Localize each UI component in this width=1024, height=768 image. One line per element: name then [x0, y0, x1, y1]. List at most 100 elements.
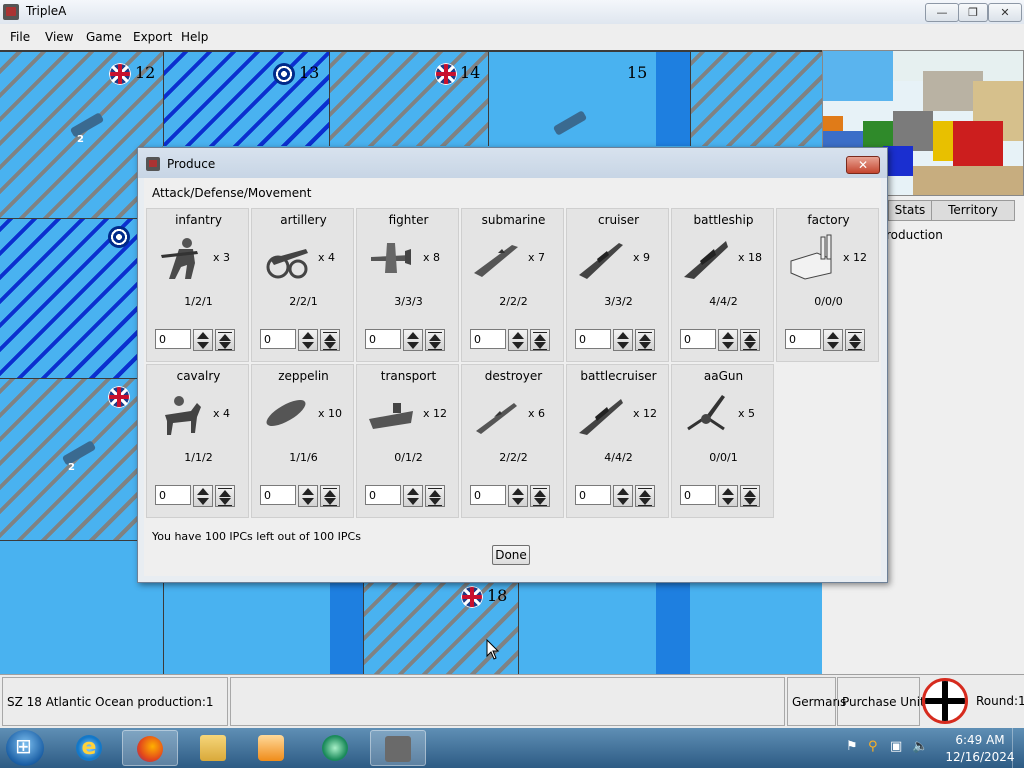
min-arrow-icon[interactable]	[744, 342, 756, 349]
network-icon[interactable]: ▣	[890, 740, 904, 754]
volume-icon[interactable]: 🔈	[912, 740, 928, 754]
maximize-button[interactable]: ❐	[958, 3, 988, 22]
decrement-arrow-icon[interactable]	[617, 498, 629, 505]
decrement-arrow-icon[interactable]	[197, 342, 209, 349]
unit-quantity-input[interactable]	[155, 485, 191, 505]
sea-zone-south-east[interactable]	[690, 580, 822, 674]
search-icon[interactable]: ⚲	[868, 740, 882, 754]
min-arrow-icon[interactable]	[744, 498, 756, 505]
start-orb[interactable]	[6, 730, 44, 766]
max-arrow-icon[interactable]	[429, 334, 441, 341]
increment-arrow-icon[interactable]	[302, 488, 314, 495]
max-arrow-icon[interactable]	[219, 490, 231, 497]
increment-arrow-icon[interactable]	[512, 332, 524, 339]
show-desktop-button[interactable]	[1012, 728, 1024, 768]
increment-arrow-icon[interactable]	[617, 488, 629, 495]
internet-explorer-icon[interactable]: e	[62, 730, 118, 766]
tab-territory[interactable]: Territory	[931, 200, 1015, 221]
max-min-spinner[interactable]	[635, 329, 655, 351]
menu-export[interactable]: Export	[133, 30, 172, 44]
max-min-spinner[interactable]	[530, 329, 550, 351]
increment-arrow-icon[interactable]	[197, 332, 209, 339]
decrement-arrow-icon[interactable]	[197, 498, 209, 505]
increment-decrement-spinner[interactable]	[298, 485, 318, 507]
max-min-spinner[interactable]	[845, 329, 865, 351]
max-arrow-icon[interactable]	[324, 334, 336, 341]
media-center-icon[interactable]	[308, 730, 364, 766]
increment-arrow-icon[interactable]	[617, 332, 629, 339]
max-arrow-icon[interactable]	[534, 334, 546, 341]
min-arrow-icon[interactable]	[219, 342, 231, 349]
unit-quantity-input[interactable]	[575, 485, 611, 505]
increment-decrement-spinner[interactable]	[508, 485, 528, 507]
increment-arrow-icon[interactable]	[722, 488, 734, 495]
tab-stats[interactable]: Stats	[888, 200, 932, 221]
unit-quantity-input[interactable]	[365, 485, 401, 505]
decrement-arrow-icon[interactable]	[302, 342, 314, 349]
menu-file[interactable]: File	[10, 30, 30, 44]
menu-view[interactable]: View	[45, 30, 73, 44]
flag-icon[interactable]: ⚑	[846, 740, 860, 754]
max-arrow-icon[interactable]	[429, 490, 441, 497]
increment-decrement-spinner[interactable]	[718, 329, 738, 351]
max-arrow-icon[interactable]	[849, 334, 861, 341]
increment-decrement-spinner[interactable]	[613, 485, 633, 507]
max-min-spinner[interactable]	[215, 485, 235, 507]
decrement-arrow-icon[interactable]	[617, 342, 629, 349]
min-arrow-icon[interactable]	[534, 498, 546, 505]
increment-decrement-spinner[interactable]	[403, 329, 423, 351]
max-min-spinner[interactable]	[635, 485, 655, 507]
min-arrow-icon[interactable]	[429, 498, 441, 505]
max-min-spinner[interactable]	[740, 329, 760, 351]
max-arrow-icon[interactable]	[219, 334, 231, 341]
clock-date[interactable]: 12/16/2024	[942, 750, 1018, 764]
clock-time[interactable]: 6:49 AM	[948, 733, 1012, 747]
decrement-arrow-icon[interactable]	[722, 342, 734, 349]
increment-arrow-icon[interactable]	[407, 488, 419, 495]
unit-quantity-input[interactable]	[575, 329, 611, 349]
max-min-spinner[interactable]	[320, 329, 340, 351]
min-arrow-icon[interactable]	[639, 342, 651, 349]
min-arrow-icon[interactable]	[534, 342, 546, 349]
unit-quantity-input[interactable]	[785, 329, 821, 349]
max-min-spinner[interactable]	[215, 329, 235, 351]
unit-quantity-input[interactable]	[365, 329, 401, 349]
min-arrow-icon[interactable]	[324, 342, 336, 349]
min-arrow-icon[interactable]	[219, 498, 231, 505]
decrement-arrow-icon[interactable]	[407, 342, 419, 349]
increment-decrement-spinner[interactable]	[193, 329, 213, 351]
min-arrow-icon[interactable]	[849, 342, 861, 349]
unit-quantity-input[interactable]	[680, 485, 716, 505]
max-min-spinner[interactable]	[530, 485, 550, 507]
increment-decrement-spinner[interactable]	[823, 329, 843, 351]
close-window-button[interactable]: ✕	[988, 3, 1022, 22]
file-explorer-icon[interactable]	[186, 730, 242, 766]
close-dialog-button[interactable]: ✕	[846, 156, 880, 174]
unit-quantity-input[interactable]	[260, 485, 296, 505]
max-arrow-icon[interactable]	[534, 490, 546, 497]
max-min-spinner[interactable]	[320, 485, 340, 507]
increment-arrow-icon[interactable]	[722, 332, 734, 339]
increment-decrement-spinner[interactable]	[718, 485, 738, 507]
unit-quantity-input[interactable]	[680, 329, 716, 349]
max-arrow-icon[interactable]	[324, 490, 336, 497]
unit-quantity-input[interactable]	[470, 329, 506, 349]
min-arrow-icon[interactable]	[639, 498, 651, 505]
done-button[interactable]: Done	[492, 545, 530, 565]
max-min-spinner[interactable]	[740, 485, 760, 507]
decrement-arrow-icon[interactable]	[302, 498, 314, 505]
increment-decrement-spinner[interactable]	[403, 485, 423, 507]
unit-quantity-input[interactable]	[260, 329, 296, 349]
decrement-arrow-icon[interactable]	[722, 498, 734, 505]
increment-arrow-icon[interactable]	[302, 332, 314, 339]
sea-zone-16[interactable]	[690, 50, 822, 146]
increment-arrow-icon[interactable]	[512, 488, 524, 495]
firefox-icon[interactable]	[122, 730, 178, 766]
menu-game[interactable]: Game	[86, 30, 122, 44]
unit-quantity-input[interactable]	[470, 485, 506, 505]
max-arrow-icon[interactable]	[744, 490, 756, 497]
max-arrow-icon[interactable]	[639, 490, 651, 497]
sea-zone-south-mid[interactable]	[518, 580, 656, 674]
menu-help[interactable]: Help	[181, 30, 208, 44]
minimize-button[interactable]: —	[925, 3, 959, 22]
